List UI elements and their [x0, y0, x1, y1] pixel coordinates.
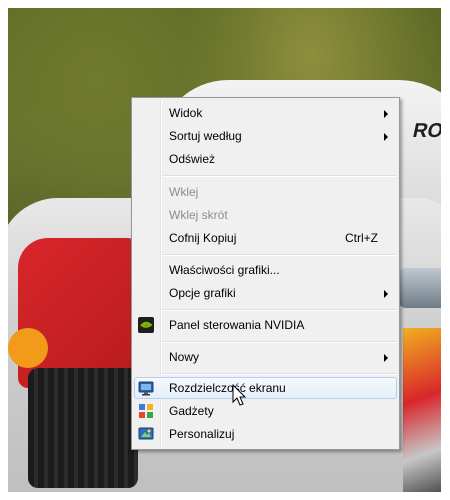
personalize-icon — [138, 426, 154, 442]
menu-item-gadgets[interactable]: Gadżety — [134, 400, 397, 422]
submenu-arrow-icon — [384, 290, 388, 298]
menu-item-undo-copy[interactable]: Cofnij Kopiuj Ctrl+Z — [134, 227, 397, 249]
menu-separator — [162, 373, 397, 375]
menu-item-screen-resolution[interactable]: Rozdzielczość ekranu — [134, 377, 397, 399]
menu-item-nvidia-control-panel[interactable]: Panel sterowania NVIDIA — [134, 314, 397, 336]
menu-item-sort-by[interactable]: Sortuj według — [134, 125, 397, 147]
menu-item-new[interactable]: Nowy — [134, 346, 397, 368]
mouse-cursor-icon — [232, 383, 248, 408]
wallpaper-car-stripe — [403, 328, 441, 492]
desktop-context-menu: Widok Sortuj według Odśwież Wklej Wklej … — [131, 97, 400, 450]
menu-separator — [162, 254, 397, 256]
wallpaper-car-grille — [28, 368, 138, 488]
menu-item-paste[interactable]: Wklej — [134, 181, 397, 203]
menu-separator — [162, 175, 397, 177]
submenu-arrow-icon — [384, 354, 388, 362]
menu-item-graphics-options[interactable]: Opcje grafiki — [134, 282, 397, 304]
menu-item-label: Gadżety — [169, 404, 214, 418]
menu-item-refresh[interactable]: Odśwież — [134, 148, 397, 170]
menu-separator — [162, 341, 397, 343]
menu-item-label: Odśwież — [169, 152, 216, 166]
menu-item-label: Rozdzielczość ekranu — [169, 381, 286, 395]
menu-separator — [162, 309, 397, 311]
menu-item-graphics-properties[interactable]: Właściwości grafiki... — [134, 259, 397, 281]
wallpaper-car-text: RO — [410, 120, 441, 142]
menu-item-label: Widok — [169, 106, 203, 120]
menu-item-label: Nowy — [169, 350, 200, 364]
wallpaper-car-orange-mark — [8, 328, 48, 368]
menu-item-label: Wklej — [169, 185, 199, 199]
wallpaper-car-light — [398, 268, 441, 308]
menu-item-label: Właściwości grafiki... — [169, 263, 280, 277]
menu-item-paste-shortcut[interactable]: Wklej skrót — [134, 204, 397, 226]
nvidia-icon — [138, 317, 154, 333]
menu-item-personalize[interactable]: Personalizuj — [134, 423, 397, 445]
menu-item-label: Sortuj według — [169, 129, 242, 143]
submenu-arrow-icon — [384, 110, 388, 118]
menu-item-shortcut: Ctrl+Z — [345, 231, 378, 245]
menu-item-label: Opcje grafiki — [169, 286, 236, 300]
display-icon — [138, 380, 154, 396]
menu-item-label: Cofnij Kopiuj — [169, 231, 237, 245]
menu-item-view[interactable]: Widok — [134, 102, 397, 124]
menu-item-label: Wklej skrót — [169, 208, 228, 222]
submenu-arrow-icon — [384, 133, 388, 141]
menu-item-label: Personalizuj — [169, 427, 235, 441]
gadgets-icon — [138, 403, 154, 419]
menu-item-label: Panel sterowania NVIDIA — [169, 318, 305, 332]
